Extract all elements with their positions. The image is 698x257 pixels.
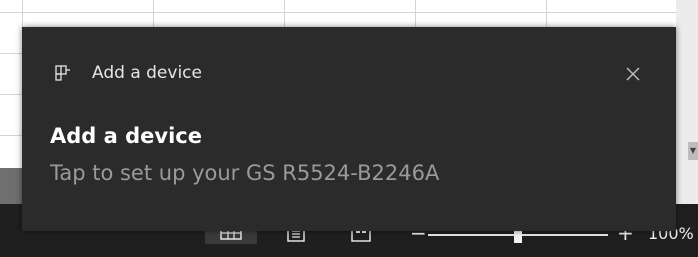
- close-button[interactable]: [620, 61, 646, 87]
- toast-app-name: Add a device: [92, 63, 202, 83]
- vertical-scrollbar[interactable]: [676, 0, 698, 205]
- row-header-strip: [0, 168, 22, 204]
- scroll-down-arrow-icon[interactable]: ▼: [688, 142, 698, 160]
- device-add-icon: [54, 63, 74, 83]
- toast-body: Tap to set up your GS R5524-B2246A: [50, 161, 440, 185]
- toast-header: Add a device: [54, 63, 202, 83]
- close-icon: [626, 67, 640, 81]
- notification-toast[interactable]: Add a device Add a device Tap to set up …: [22, 27, 676, 231]
- toast-title: Add a device: [50, 124, 202, 148]
